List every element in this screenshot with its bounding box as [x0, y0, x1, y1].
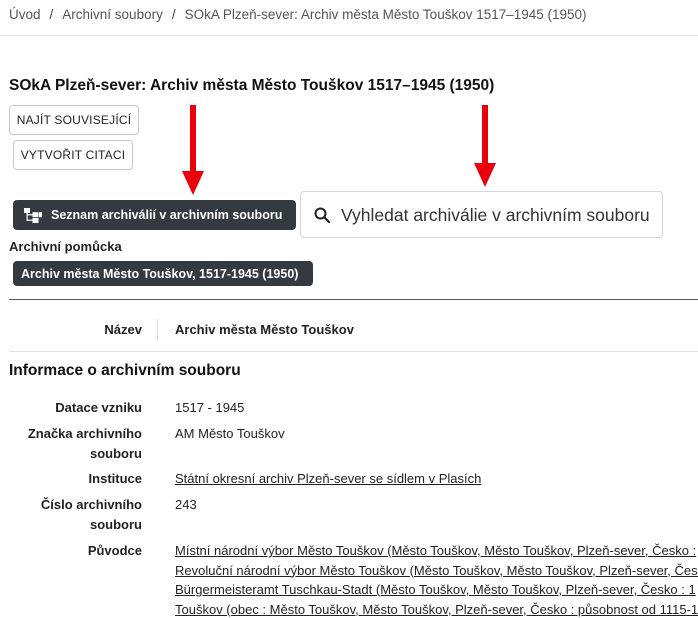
- search-field[interactable]: [300, 191, 663, 238]
- origin-label: Původce: [87, 543, 142, 558]
- page-title: SOkA Plzeň-sever: Archiv města Město Tou…: [9, 77, 495, 94]
- breadcrumb-separator: /: [171, 7, 176, 22]
- dating-value: 1517 - 1945: [175, 400, 245, 415]
- dating-label: Datace vzniku: [55, 400, 142, 415]
- origin-values: Místní národní výbor Město Touškov (Měst…: [175, 541, 698, 618]
- name-label: Název: [104, 322, 142, 337]
- breadcrumb: Úvod / Archivní soubory / SOkA Plzeň-sever: …: [9, 7, 587, 22]
- tree-structure-icon: [24, 208, 42, 223]
- create-citation-button[interactable]: VYTVOŘIT CITACI: [13, 140, 133, 170]
- breadcrumb-archival-fonds-link[interactable]: Archivní soubory: [62, 7, 163, 22]
- name-value: Archiv města Město Touškov: [175, 322, 354, 337]
- find-related-button[interactable]: NAJÍT SOUVISEJÍCÍ: [9, 105, 139, 135]
- institution-label: Instituce: [88, 471, 142, 486]
- breadcrumb-home-link[interactable]: Úvod: [9, 7, 41, 22]
- name-row-divider: [9, 351, 698, 352]
- fonds-number-value: 243: [175, 497, 197, 512]
- section-divider: [9, 299, 698, 300]
- search-input[interactable]: [341, 201, 659, 229]
- origin-link[interactable]: Touškov (obec : Město Touškov, Město Tou…: [175, 600, 698, 618]
- institution-value-container: Státní okresní archiv Plzeň-sever se síd…: [175, 469, 698, 489]
- header-divider: [0, 35, 698, 36]
- breadcrumb-separator: /: [49, 7, 54, 22]
- origin-link[interactable]: Revoluční národní výbor Město Touškov (M…: [175, 561, 698, 581]
- list-records-label: Seznam archiválií v archivním souboru: [51, 208, 283, 222]
- fonds-mark-label: Značka archivního souboru: [27, 426, 142, 461]
- search-icon: [314, 207, 330, 223]
- info-heading: Informace o archivním souboru: [9, 362, 241, 379]
- fonds-number-label: Číslo archivního souboru: [40, 497, 142, 532]
- institution-link[interactable]: Státní okresní archiv Plzeň-sever se síd…: [175, 471, 481, 486]
- breadcrumb-current: SOkA Plzeň-sever: Archiv města Město Tou…: [184, 7, 587, 22]
- red-down-arrow-icon: [182, 105, 204, 195]
- red-down-arrow-icon: [474, 105, 496, 187]
- origin-link[interactable]: Místní národní výbor Město Touškov (Měst…: [175, 541, 698, 561]
- finding-aid-label: Archivní pomůcka: [9, 239, 122, 254]
- origin-link[interactable]: Bürgermeisteramt Tuschkau-Stadt (Město T…: [175, 580, 698, 600]
- fonds-mark-value: AM Město Touškov: [175, 426, 285, 441]
- finding-aid-button[interactable]: Archiv města Město Touškov, 1517-1945 (1…: [13, 261, 313, 286]
- name-separator: [157, 319, 158, 341]
- list-records-button[interactable]: Seznam archiválií v archivním souboru: [13, 200, 296, 230]
